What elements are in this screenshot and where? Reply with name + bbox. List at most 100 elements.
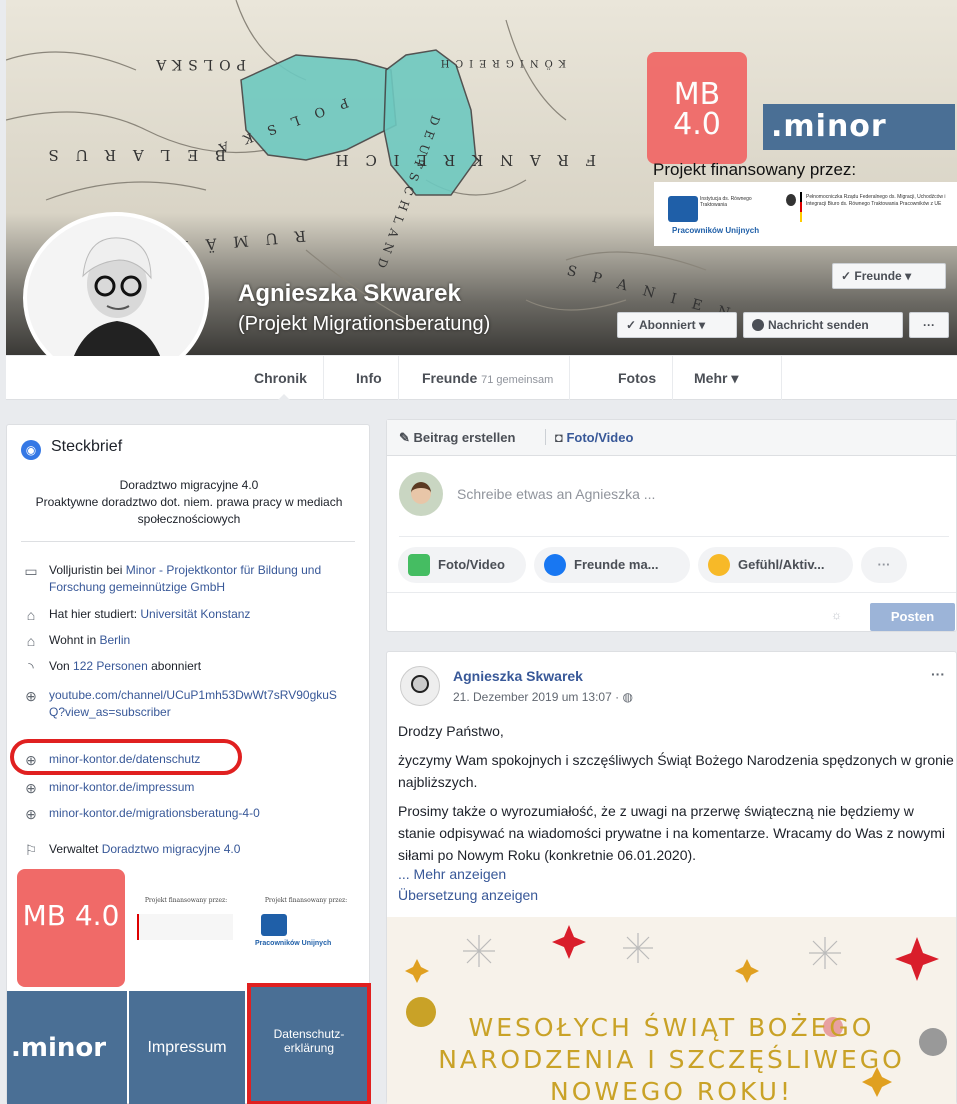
smiley-icon (708, 554, 730, 576)
tile-funded-1: Projekt finansowany przez: (144, 897, 228, 904)
featured-photo-mb[interactable]: MB 4.0 (17, 869, 125, 987)
mb-logo-text: MB 4.0 (673, 77, 721, 142)
study-link[interactable]: Universität Konstanz (140, 607, 250, 621)
divider (545, 429, 546, 445)
tile-mb-text: MB 4.0 (22, 899, 120, 932)
photo-icon (408, 554, 430, 576)
map-label: POLSKA (150, 56, 246, 72)
svg-text:B E L A R U S: B E L A R U S (42, 146, 226, 164)
bio-line-1: Doradztwo migracyjne 4.0 (119, 478, 259, 492)
greeting-line-3: NOWEGO ROKU! (550, 1077, 793, 1104)
manages-prefix: Verwaltet (49, 842, 102, 856)
briefcase-icon: ▭ (24, 563, 38, 579)
post-author-avatar[interactable] (400, 666, 440, 706)
flag-bar (800, 192, 802, 222)
feeling-pill[interactable]: Gefühl/Aktiv... (698, 547, 853, 583)
active-tab-indicator (277, 394, 291, 401)
chevron-down-icon: ▾ (901, 269, 912, 283)
post-menu-icon[interactable]: ··· (931, 666, 945, 682)
composer-input[interactable]: Schreibe etwas an Agnieszka ... (457, 486, 655, 502)
post-paragraph-1: Drodzy Państwo, (398, 723, 504, 739)
link-row-youtube: ⊕ youtube.com/channel/UCuP1mh53DwWt7sRV9… (7, 687, 371, 739)
divider (399, 536, 949, 537)
post-author-name[interactable]: Agnieszka Skwarek (453, 668, 583, 684)
tile-funded-2: Projekt finansowany przez: (264, 897, 348, 904)
profile-name[interactable]: Agnieszka Skwarek (238, 280, 461, 308)
photo-video-pill[interactable]: Foto/Video (398, 547, 526, 583)
followers-suffix: abonniert (147, 659, 202, 673)
divider (21, 541, 355, 542)
see-more-link[interactable]: ... Mehr anzeigen (398, 866, 506, 882)
study-row: ⌂ Hat hier studiert: Universität Konstan… (7, 606, 371, 624)
flag-icon: ⚐ (24, 842, 38, 858)
post-image[interactable]: WESOŁYCH ŚWIĄT BOŻEGO NARODZENIA I SZCZĘ… (387, 917, 956, 1104)
svg-text:F R A N K R E I C H: F R A N K R E I C H (329, 151, 596, 169)
profile-nav: Chronik Info Freunde 71 gemeinsam Fotos … (6, 356, 957, 401)
youtube-link[interactable]: youtube.com/channel/UCuP1mh53DwWt7sRV90g… (49, 687, 339, 721)
migrationsberatung-link[interactable]: minor-kontor.de/migrationsberatung-4-0 (49, 805, 349, 822)
post-button[interactable]: Posten (870, 603, 955, 631)
graduation-cap-icon: ⌂ (26, 607, 36, 623)
funder-1-bold: Pracowników Unijnych (672, 226, 760, 235)
lives-link[interactable]: Berlin (99, 633, 130, 647)
feeling-pill-label: Gefühl/Aktiv... (738, 557, 825, 572)
tab-info-label: Info (356, 370, 382, 386)
post-date: 21. Dezember 2019 um 13:07 · (453, 690, 623, 704)
post-timestamp[interactable]: 21. Dezember 2019 um 13:07 · ◍ (453, 690, 633, 704)
link-row-migrationsberatung: ⊕ minor-kontor.de/migrationsberatung-4-0 (7, 805, 371, 823)
settings-gear-icon[interactable]: ☼ (831, 608, 842, 622)
tab-fotos[interactable]: Fotos (602, 356, 674, 400)
tab-info[interactable]: Info (340, 356, 399, 400)
featured-photo-impressum[interactable]: Impressum (129, 991, 245, 1104)
tab-mehr[interactable]: Mehr ▾ (678, 356, 782, 400)
send-message-button[interactable]: Nachricht senden (743, 312, 903, 338)
featured-photo-datenschutz[interactable]: Datenschutz- erklärung (247, 983, 371, 1104)
messenger-icon (752, 319, 764, 331)
greeting-line-1: WESOŁYCH ŚWIĄT BOŻEGO (468, 1013, 875, 1042)
featured-photo-funders-2[interactable]: Projekt finansowany przez: Pracowników U… (247, 873, 365, 983)
featured-photo-minor[interactable]: .minor (7, 991, 127, 1104)
create-post-tab[interactable]: ✎ Beitrag erstellen (399, 430, 515, 446)
check-icon: ✓ (841, 269, 855, 283)
photo-video-tab-label: Foto/Video (566, 430, 634, 445)
highlight-ellipse (10, 739, 242, 775)
composer-card: ✎ Beitrag erstellen ◘ Foto/Video Schreib… (386, 419, 957, 632)
funders-box: Instytucja ds. Równego Traktowania Praco… (654, 182, 957, 246)
create-post-label: Beitrag erstellen (413, 430, 516, 445)
manages-link[interactable]: Doradztwo migracyjne 4.0 (102, 842, 241, 856)
holiday-greeting: WESOŁYCH ŚWIĄT BOŻEGO NARODZENIA I SZCZĘ… (387, 1012, 956, 1104)
followers-row: ◝ Von 122 Personen abonniert (7, 658, 371, 676)
face (411, 675, 429, 693)
rss-icon: ◝ (28, 659, 34, 675)
see-translation-link[interactable]: Übersetzung anzeigen (398, 887, 538, 903)
impressum-link[interactable]: minor-kontor.de/impressum (49, 779, 349, 796)
face (411, 482, 431, 504)
camera-icon: ◘ (555, 430, 567, 445)
minor-logo: .minor (763, 104, 955, 150)
photo-video-tab[interactable]: ◘ Foto/Video (555, 430, 633, 445)
work-prefix: Volljuristin bei (49, 563, 126, 577)
tab-freunde-label: Freunde (422, 370, 478, 386)
study-prefix: Hat hier studiert: (49, 607, 141, 621)
globe-icon: ◍ (622, 690, 633, 704)
followers-link[interactable]: 122 Personen (73, 659, 148, 673)
subscribed-button[interactable]: ✓ Abonniert ▾ (617, 312, 737, 338)
friends-button[interactable]: ✓ Freunde ▾ (832, 263, 946, 289)
post-paragraph-3: Prosimy także o wyrozumiałość, że z uwag… (398, 803, 945, 863)
subscribed-button-label: Abonniert (638, 318, 696, 332)
funder-logo-icon (668, 196, 698, 222)
funder-2-text: Pełnomocniczka Rządu Federalnego ds. Mig… (806, 194, 946, 207)
tab-freunde[interactable]: Freunde 71 gemeinsam (406, 356, 571, 400)
featured-photo-funders-1[interactable]: Projekt finansowany przez: (129, 873, 243, 983)
svg-text:KÖNIGREICH: KÖNIGREICH (435, 57, 566, 69)
funder-logo-icon (261, 914, 287, 936)
funder-seal (137, 914, 233, 940)
more-options-button[interactable]: ··· (909, 312, 949, 338)
pencil-icon: ✎ (399, 430, 414, 445)
more-actions-pill[interactable]: ··· (861, 547, 907, 583)
funder-1-text: Instytucja ds. Równego Traktowania (700, 196, 752, 208)
globe-icon: ⊕ (25, 806, 37, 822)
divider (387, 592, 956, 593)
intro-title: Steckbrief (51, 438, 123, 455)
tag-friends-pill[interactable]: Freunde ma... (534, 547, 690, 583)
